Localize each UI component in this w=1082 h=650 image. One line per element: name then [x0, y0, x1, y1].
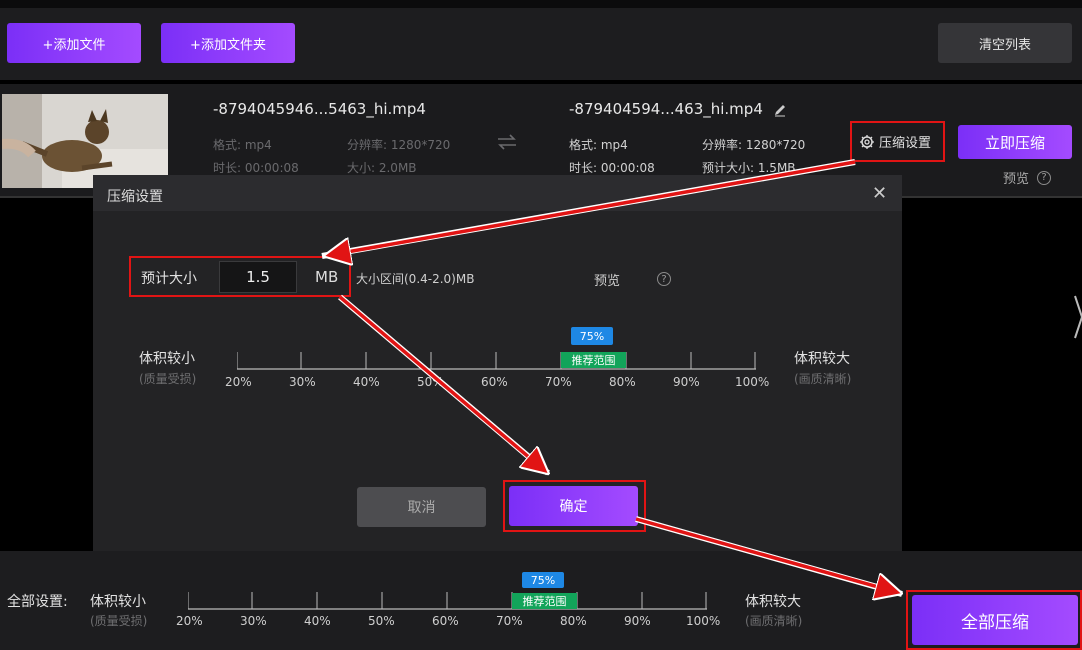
bottom-tick-label: 20% — [176, 614, 203, 628]
larger-sub: (画质清晰) — [794, 372, 852, 386]
chevron-right-icon[interactable] — [1073, 292, 1082, 346]
bottom-tick-label: 80% — [560, 614, 587, 628]
smaller-label: 体积较小 — [139, 351, 195, 367]
target-resolution: 分辨率: 1280*720 — [702, 138, 806, 152]
tick-label: 70% — [545, 375, 572, 389]
source-resolution: 分辨率: 1280*720 — [347, 138, 451, 152]
dialog-header — [93, 175, 902, 211]
bottom-larger-sub: (画质清晰) — [745, 614, 803, 628]
video-thumbnail — [2, 94, 168, 188]
help-icon[interactable]: ? — [1037, 170, 1052, 185]
dialog-help-icon[interactable]: ? — [657, 272, 671, 286]
bottom-smaller-sub: (质量受损) — [90, 614, 148, 628]
highlight-compress-all — [906, 590, 1082, 650]
target-duration: 时长: 00:00:08 — [569, 161, 655, 175]
target-format: 格式: mp4 — [569, 138, 628, 152]
quality-slider[interactable] — [236, 352, 756, 370]
highlight-confirm — [503, 480, 646, 532]
highlight-size-input — [129, 256, 351, 297]
bottom-larger-label: 体积较大 — [745, 594, 801, 610]
size-range: 大小区间(0.4-2.0)MB — [356, 272, 475, 286]
bottom-recommend-badge: 推荐范围 — [512, 593, 577, 609]
tick-label: 80% — [609, 375, 636, 389]
tick-label: 20% — [225, 375, 252, 389]
bottom-tick-label: 70% — [496, 614, 523, 628]
add-file-button[interactable]: +添加文件 — [7, 23, 141, 63]
close-icon[interactable]: ✕ — [872, 183, 887, 204]
convert-arrows-icon — [496, 133, 518, 155]
source-size: 大小: 2.0MB — [347, 161, 417, 175]
recommend-range-badge: 推荐范围 — [561, 352, 626, 368]
larger-label: 体积较大 — [794, 351, 850, 367]
bottom-smaller-label: 体积较小 — [90, 594, 146, 610]
file-preview-label: 预览 — [1003, 172, 1030, 187]
source-file-name: -8794045946...5463_hi.mp4 — [213, 100, 426, 118]
all-settings-label: 全部设置: — [7, 594, 68, 610]
source-duration: 时长: 00:00:08 — [213, 161, 299, 175]
edit-name-icon[interactable] — [773, 102, 787, 121]
clear-list-button[interactable]: 清空列表 — [938, 23, 1072, 63]
target-file-name: -879404594...463_hi.mp4 — [569, 100, 763, 118]
bottom-tick-label: 30% — [240, 614, 267, 628]
tick-label: 90% — [673, 375, 700, 389]
bottom-slider-value-badge: 75% — [522, 572, 564, 588]
smaller-sub: (质量受损) — [139, 372, 197, 386]
tick-label: 40% — [353, 375, 380, 389]
tick-label: 60% — [481, 375, 508, 389]
cancel-button[interactable]: 取消 — [357, 487, 486, 527]
compress-now-button[interactable]: 立即压缩 — [958, 125, 1072, 159]
dialog-title: 压缩设置 — [107, 189, 163, 205]
highlight-compress-settings — [850, 121, 945, 162]
tick-label: 30% — [289, 375, 316, 389]
tick-label: 50% — [417, 375, 444, 389]
dialog-preview[interactable]: 预览 — [594, 270, 620, 289]
bottom-tick-label: 90% — [624, 614, 651, 628]
file-preview[interactable]: 预览 ? — [1003, 168, 1052, 187]
add-folder-button[interactable]: +添加文件夹 — [161, 23, 295, 63]
bottom-tick-label: 50% — [368, 614, 395, 628]
bottom-tick-label: 100% — [686, 614, 721, 628]
bottom-quality-slider[interactable] — [187, 592, 707, 610]
target-est-size: 预计大小: 1.5MB — [702, 161, 796, 175]
tick-label: 100% — [735, 375, 770, 389]
source-format: 格式: mp4 — [213, 138, 272, 152]
bottom-tick-label: 40% — [304, 614, 331, 628]
slider-value-badge: 75% — [571, 327, 613, 345]
bottom-tick-label: 60% — [432, 614, 459, 628]
